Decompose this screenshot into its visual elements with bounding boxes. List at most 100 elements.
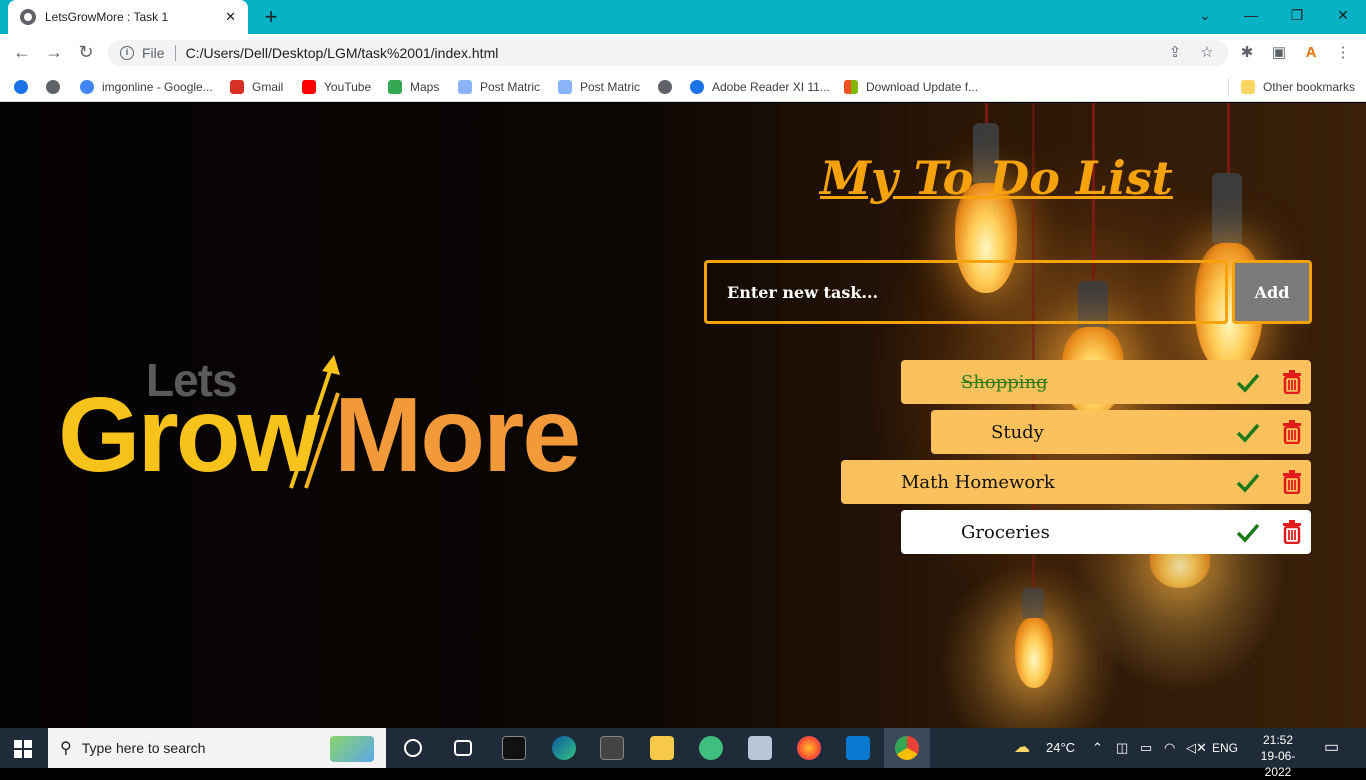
bookmark-label: Post Matric [480, 80, 541, 94]
taskbar-search-placeholder: Type here to search [81, 740, 206, 756]
decor-bulb [1015, 618, 1053, 688]
taskbar-search-box[interactable]: ⚲ Type here to search [48, 728, 386, 768]
task-view-icon[interactable] [454, 740, 472, 756]
post-matric-icon [558, 80, 572, 94]
other-bookmarks[interactable]: Other bookmarks [1228, 78, 1355, 96]
folder-icon [1241, 80, 1255, 94]
weather-icon[interactable]: ☁ [1014, 728, 1030, 768]
decor-wire [1227, 103, 1230, 183]
bookmark-label: Adobe Reader XI 11... [712, 80, 830, 94]
clock-time: 21:52 [1262, 733, 1294, 747]
profile-icon[interactable]: A [1300, 42, 1322, 64]
check-icon[interactable] [1235, 419, 1261, 445]
bookmark-youtube[interactable]: YouTube [302, 78, 371, 96]
globe-icon[interactable] [658, 78, 680, 96]
windows-start-icon[interactable] [14, 740, 32, 758]
task-item: Study [931, 410, 1311, 454]
close-window-button[interactable]: ✕ [1320, 0, 1366, 30]
restore-button[interactable]: ❐ [1274, 0, 1320, 30]
post-matric-icon [458, 80, 472, 94]
gmail-icon [230, 80, 244, 94]
bookmark-post-matric[interactable]: Post Matric [458, 78, 540, 96]
trash-icon[interactable] [1282, 520, 1302, 544]
bookmark-imgonline[interactable]: imgonline - Google... [80, 78, 213, 96]
bookmark-maps[interactable]: Maps [388, 78, 439, 96]
vscode-icon[interactable] [846, 736, 870, 760]
clock[interactable]: 21:52 19-06-2022 [1250, 732, 1306, 780]
history-icon[interactable] [14, 78, 36, 96]
logo-more-text: More [334, 376, 581, 494]
meet-now-icon[interactable]: ◫ [1116, 728, 1128, 768]
search-icon: ⚲ [60, 740, 72, 757]
bookmark-post-matric[interactable]: Post Matric [558, 78, 640, 96]
bookmark-label: Download Update f... [866, 80, 979, 94]
new-tab-button[interactable]: + [258, 4, 284, 30]
decor-bulb-cap [1212, 173, 1242, 243]
notification-icon[interactable]: ▭ [1324, 728, 1339, 768]
task-item: Groceries [901, 510, 1311, 554]
page-content: Lets Grow More My To Do List Add Shoppin… [0, 103, 1366, 728]
file-explorer-icon[interactable] [650, 736, 674, 760]
extensions-icon[interactable]: ✱ [1236, 42, 1258, 64]
check-icon[interactable] [1235, 519, 1261, 545]
trash-icon[interactable] [1282, 370, 1302, 394]
tab-search-button[interactable]: ⌄ [1182, 0, 1228, 30]
decor-bulb-cap [1022, 588, 1044, 618]
task-item: Shopping [901, 360, 1311, 404]
terminal-icon[interactable] [502, 736, 526, 760]
windows-taskbar: ⚲ Type here to search ☁ 24°C ⌃ ◫ ▭ ◠ ◁✕ … [0, 728, 1366, 779]
page-title: My To Do List [820, 151, 1173, 205]
address-bar[interactable]: i File C:/Users/Dell/Desktop/LGM/task%20… [108, 40, 1228, 66]
bookmark-gmail[interactable]: Gmail [230, 78, 283, 96]
menu-icon[interactable]: ⋮ [1332, 42, 1354, 64]
lets-grow-more-logo: Lets Grow More [58, 353, 603, 503]
check-icon[interactable] [1235, 469, 1261, 495]
side-panel-icon[interactable]: ▣ [1268, 42, 1290, 64]
minimize-button[interactable]: — [1228, 0, 1274, 30]
divider [174, 45, 176, 61]
wifi-icon[interactable]: ◠ [1164, 728, 1175, 768]
bookmark-label: Other bookmarks [1263, 80, 1356, 94]
firefox-icon[interactable] [797, 736, 821, 760]
close-tab-icon[interactable]: ✕ [225, 9, 236, 25]
check-icon[interactable] [1235, 369, 1261, 395]
weather-temp[interactable]: 24°C [1046, 728, 1075, 768]
site-info-icon[interactable]: i [120, 46, 134, 60]
add-task-button[interactable]: Add [1232, 260, 1312, 324]
new-task-input[interactable] [704, 260, 1228, 324]
active-tab[interactable]: LetsGrowMore : Task 1 ✕ [8, 0, 248, 34]
bookmark-download-update[interactable]: Download Update f... [844, 78, 978, 96]
clock-date: 19-06-2022 [1260, 749, 1296, 779]
trash-icon[interactable] [1282, 470, 1302, 494]
cortana-icon[interactable] [404, 739, 422, 757]
atom-icon[interactable] [699, 736, 723, 760]
edge-icon[interactable] [552, 736, 576, 760]
trash-icon[interactable] [1282, 420, 1302, 444]
bookmarks-bar: imgonline - Google... Gmail YouTube Maps… [0, 70, 1366, 102]
back-icon[interactable]: ← [10, 40, 34, 64]
task-label: Groceries [961, 521, 1050, 543]
bookmark-label: Post Matric [580, 80, 641, 94]
reload-icon[interactable]: ↻ [74, 40, 98, 64]
youtube-icon [302, 80, 316, 94]
url-text[interactable]: C:/Users/Dell/Desktop/LGM/task%2001/inde… [186, 45, 499, 61]
volume-icon[interactable]: ◁✕ [1186, 728, 1207, 768]
maps-icon [388, 80, 402, 94]
adobe-icon [690, 80, 704, 94]
kali-icon[interactable] [600, 736, 624, 760]
task-item: Math Homework [841, 460, 1311, 504]
battery-icon[interactable]: ▭ [1140, 728, 1152, 768]
forward-icon[interactable]: → [42, 40, 66, 64]
search-highlight-icon [330, 736, 374, 762]
chrome-icon[interactable] [895, 736, 919, 760]
bookmark-adobe[interactable]: Adobe Reader XI 11... [690, 78, 830, 96]
share-icon[interactable]: ⇪ [1164, 42, 1186, 64]
windows-icon [844, 80, 858, 94]
photos-icon[interactable] [748, 736, 772, 760]
chevron-up-icon[interactable]: ⌃ [1092, 728, 1103, 768]
bookmark-label: Maps [410, 80, 440, 94]
language-indicator[interactable]: ENG [1212, 728, 1238, 768]
globe-icon[interactable] [46, 78, 68, 96]
task-label: Study [991, 421, 1044, 443]
bookmark-star-icon[interactable]: ☆ [1196, 42, 1218, 64]
